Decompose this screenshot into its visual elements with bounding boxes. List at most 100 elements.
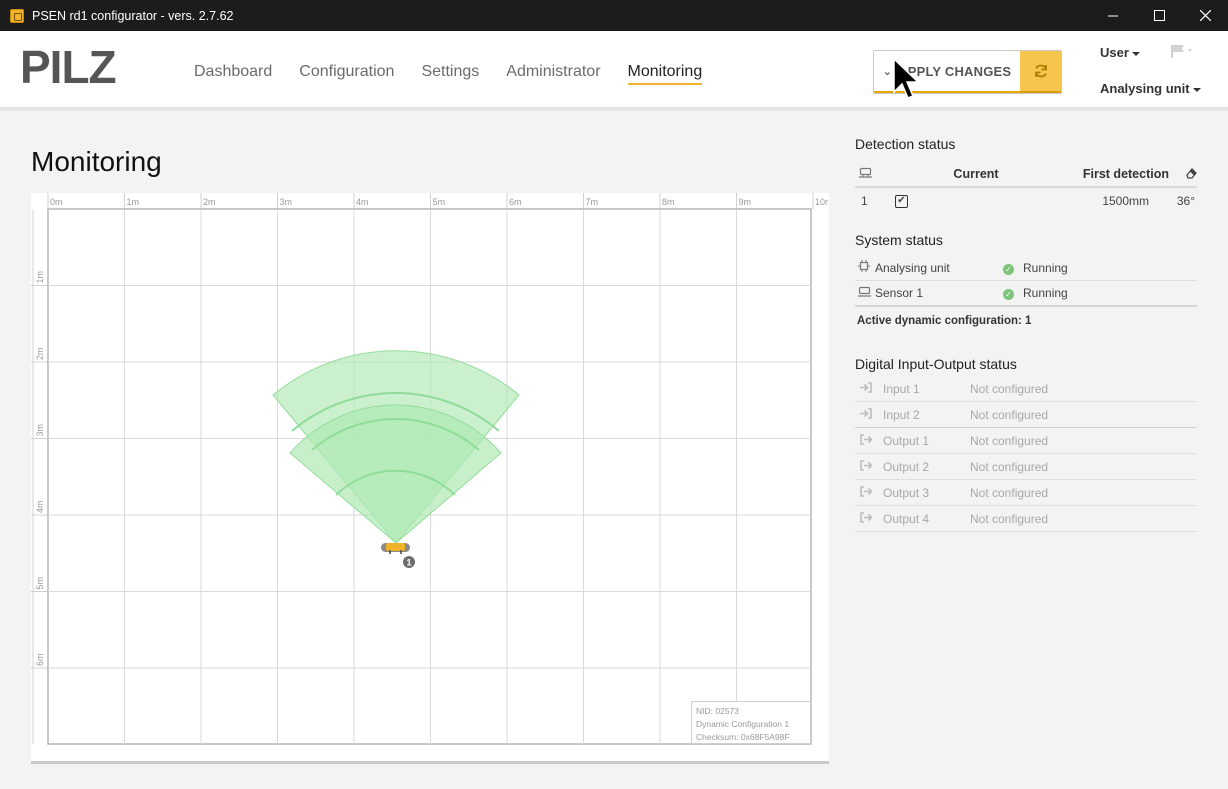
x-tick-label: 3m bbox=[280, 197, 293, 207]
io-label: Input 1 bbox=[883, 381, 920, 396]
pilz-logo: PILZ bbox=[20, 41, 148, 93]
sensor-marker[interactable]: 1 bbox=[381, 543, 415, 568]
configuration-info-box: NID: 02573 Dynamic Configuration 1 Check… bbox=[691, 701, 811, 744]
detection-field bbox=[272, 350, 520, 544]
window-titlebar: PSEN rd1 configurator - vers. 2.7.62 bbox=[0, 0, 1228, 31]
nav-administrator[interactable]: Administrator bbox=[506, 63, 600, 85]
chip-icon bbox=[855, 260, 875, 275]
y-tick-label: 5m bbox=[35, 577, 45, 590]
io-status: Not configured bbox=[970, 511, 1049, 526]
check-circle-icon: ✓ bbox=[1003, 289, 1014, 300]
io-row-output-4: Output 4 Not configured bbox=[855, 506, 1197, 532]
nav-configuration[interactable]: Configuration bbox=[299, 63, 394, 85]
detection-row: 1 ✔ 1500mm 36° bbox=[855, 188, 1197, 214]
io-label: Output 3 bbox=[883, 485, 930, 500]
x-tick-label: 7m bbox=[586, 197, 599, 207]
close-button[interactable] bbox=[1182, 0, 1228, 31]
x-tick-label: 6m bbox=[509, 197, 522, 207]
minimize-button[interactable] bbox=[1090, 0, 1136, 31]
io-row-input-2: Input 2 Not configured bbox=[855, 402, 1197, 428]
system-status-title: System status bbox=[855, 232, 943, 248]
sign-out-icon bbox=[860, 433, 876, 448]
maximize-button[interactable] bbox=[1136, 0, 1182, 31]
page-title: Monitoring bbox=[31, 146, 162, 177]
nav-dashboard[interactable]: Dashboard bbox=[194, 63, 272, 85]
x-tick-label: 2m bbox=[203, 197, 216, 207]
sign-out-icon bbox=[860, 511, 876, 526]
caret-down-icon bbox=[1131, 51, 1140, 56]
io-status-title: Digital Input-Output status bbox=[855, 356, 1017, 372]
detection-current-checkbox[interactable]: ✔ bbox=[895, 194, 908, 208]
x-tick-label: 1m bbox=[127, 197, 140, 207]
nid-text: NID: 02573 bbox=[696, 706, 739, 716]
analysing-unit-menu[interactable]: Analysing unit bbox=[1100, 81, 1201, 96]
first-detection-angle: 36° bbox=[1176, 194, 1195, 208]
x-tick-label: 4m bbox=[356, 197, 369, 207]
maximize-icon bbox=[1153, 10, 1165, 21]
sign-out-icon bbox=[860, 459, 876, 474]
active-dynamic-configuration: Active dynamic configuration: 1 bbox=[857, 315, 1032, 327]
analysing-unit-label: Analysing unit bbox=[1100, 81, 1190, 96]
close-icon bbox=[1199, 10, 1211, 21]
flag-icon bbox=[1171, 45, 1192, 58]
refresh-icon bbox=[1034, 64, 1047, 78]
minimize-icon bbox=[1108, 15, 1118, 16]
x-tick-label: 0m bbox=[50, 197, 63, 207]
system-item-status: Running bbox=[1023, 260, 1068, 275]
detection-status-title: Detection status bbox=[855, 136, 956, 152]
y-tick-label: 6m bbox=[35, 653, 45, 666]
sensor-icon bbox=[855, 286, 875, 300]
io-status: Not configured bbox=[970, 433, 1049, 448]
x-tick-label: 8m bbox=[662, 197, 675, 207]
logo-text: PILZ bbox=[20, 48, 116, 86]
sign-in-icon bbox=[860, 381, 876, 396]
detection-sensor-id: 1 bbox=[861, 194, 868, 208]
sensor-column-icon bbox=[855, 167, 903, 181]
first-detection-distance: 1500mm bbox=[1102, 194, 1149, 208]
nav-settings[interactable]: Settings bbox=[421, 63, 479, 85]
system-row-sensor: Sensor 1 ✓ Running bbox=[855, 281, 1197, 307]
refresh-button[interactable] bbox=[1020, 51, 1061, 93]
sensor-id-badge: 1 bbox=[406, 558, 411, 568]
chevron-down-icon: ⌄ bbox=[882, 65, 893, 78]
io-label: Output 4 bbox=[883, 511, 930, 526]
clear-icon[interactable] bbox=[1169, 167, 1197, 182]
io-status: Not configured bbox=[970, 407, 1049, 422]
window-title: PSEN rd1 configurator - vers. 2.7.62 bbox=[32, 8, 234, 23]
io-row-input-1: Input 1 Not configured bbox=[855, 376, 1197, 402]
user-menu[interactable]: User bbox=[1100, 45, 1140, 60]
system-item-label: Analysing unit bbox=[875, 260, 950, 275]
system-row-analysing-unit: Analysing unit ✓ Running bbox=[855, 255, 1197, 281]
sign-out-icon bbox=[860, 485, 876, 500]
nav-monitoring[interactable]: Monitoring bbox=[627, 63, 703, 85]
y-tick-label: 4m bbox=[35, 500, 45, 513]
x-tick-label: 9m bbox=[739, 197, 752, 207]
io-label: Input 2 bbox=[883, 407, 920, 422]
check-circle-icon: ✓ bbox=[1003, 263, 1014, 275]
system-item-label: Sensor 1 bbox=[875, 286, 924, 300]
main-nav: Dashboard Configuration Settings Adminis… bbox=[194, 63, 729, 85]
mouse-cursor-icon bbox=[893, 58, 919, 99]
y-tick-label: 1m bbox=[35, 271, 45, 284]
io-row-output-2: Output 2 Not configured bbox=[855, 454, 1197, 480]
x-tick-label: 10r bbox=[815, 197, 828, 207]
monitoring-map[interactable]: 0m 1m 2m 3m 4m 5m 6m 7m 8m 9m 10r 1m 2m 3m 4m 5m 6m 1 N… bbox=[31, 193, 829, 764]
current-column-header: Current bbox=[953, 167, 999, 181]
checksum-text: Checksum: 0x68F5A98F bbox=[696, 732, 790, 742]
caret-down-icon bbox=[1192, 87, 1201, 92]
app-icon bbox=[10, 8, 24, 23]
map-canvas[interactable]: 0m 1m 2m 3m 4m 5m 6m 7m 8m 9m 10r 1m 2m 3m 4m 5m 6m 1 bbox=[31, 193, 829, 761]
language-menu[interactable] bbox=[1170, 44, 1196, 63]
x-tick-label: 5m bbox=[433, 197, 446, 207]
io-status: Not configured bbox=[970, 381, 1049, 396]
y-tick-label: 3m bbox=[35, 424, 45, 437]
io-status: Not configured bbox=[970, 485, 1049, 500]
io-row-output-3: Output 3 Not configured bbox=[855, 480, 1197, 506]
system-item-status: Running bbox=[1023, 286, 1068, 300]
sign-in-icon bbox=[860, 407, 876, 422]
config-text: Dynamic Configuration 1 bbox=[696, 719, 790, 729]
y-ruler: 1m 2m 3m 4m 5m 6m bbox=[31, 209, 48, 744]
io-label: Output 2 bbox=[883, 459, 930, 474]
status-panel: Detection status Current First detection… bbox=[855, 136, 1197, 532]
io-status: Not configured bbox=[970, 459, 1049, 474]
